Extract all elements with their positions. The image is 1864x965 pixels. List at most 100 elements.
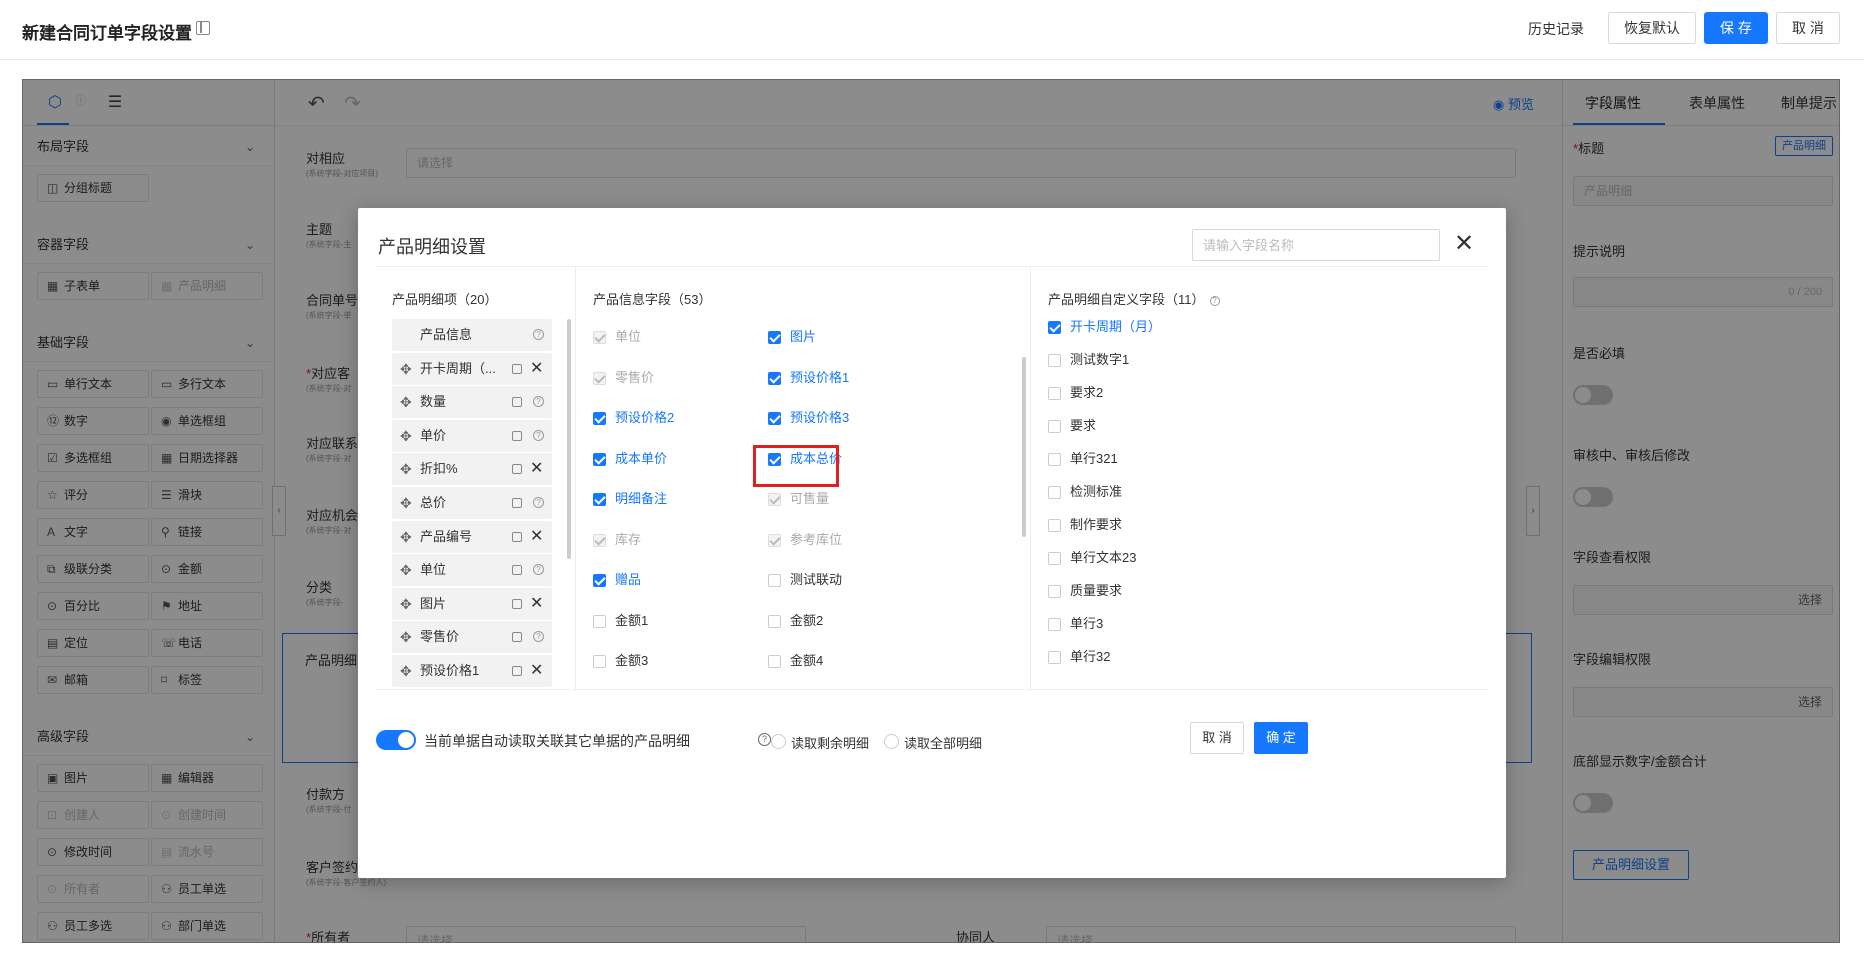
modal-confirm-button[interactable]: 确 定 [1254, 722, 1308, 754]
product-info-checkbox[interactable]: 预设价格3 [768, 410, 849, 426]
detail-item[interactable]: ✥ 零售价? [392, 621, 552, 654]
history-link[interactable]: 历史记录 [1528, 19, 1584, 39]
detail-item[interactable]: ✥ 单价? [392, 419, 552, 452]
auto-read-toggle[interactable] [376, 730, 416, 750]
detail-item[interactable]: ✥ 产品编号 ✕ [392, 520, 552, 553]
drag-handle-icon[interactable]: ✥ [400, 621, 412, 653]
checkbox-label: 参考库位 [790, 531, 843, 547]
checkbox-label: 要求 [1070, 418, 1097, 433]
drag-handle-icon[interactable]: ✥ [400, 453, 412, 485]
restore-default-button[interactable]: 恢复默认 [1608, 12, 1696, 44]
detail-item[interactable]: ✥ 预设价格1 ✕ [392, 655, 552, 687]
checkbox-label: 单行文本23 [1070, 550, 1137, 565]
custom-field-checkbox[interactable]: 单行32 [1048, 649, 1110, 665]
drag-handle-icon[interactable]: ✥ [400, 487, 412, 519]
help-icon[interactable]: ? [533, 497, 544, 508]
remove-icon[interactable]: ✕ [530, 588, 543, 620]
product-info-checkbox[interactable]: 图片 [768, 329, 816, 345]
modal-body: 产品明细项（20） 产品信息? ✥ 开卡周期（... ✕ ✥ 数量? ✥ 单价? ✥ 折扣% ✕ ✥ 总… [376, 266, 1488, 691]
field-search-input[interactable] [1192, 229, 1440, 261]
product-info-checkbox[interactable]: 金额4 [768, 653, 823, 669]
radio-read-remaining[interactable]: 读取剩余明细 [771, 733, 869, 752]
drag-handle-icon[interactable]: ✥ [400, 655, 412, 687]
help-icon[interactable]: ? [533, 329, 544, 340]
product-info-scrollbar[interactable] [1022, 357, 1026, 537]
detail-item[interactable]: 产品信息? [392, 319, 552, 351]
lock-icon[interactable] [512, 565, 522, 576]
lock-icon[interactable] [512, 397, 522, 408]
remove-icon[interactable]: ✕ [530, 453, 543, 485]
custom-field-checkbox[interactable]: 测试数字1 [1048, 352, 1129, 368]
drag-handle-icon[interactable]: ✥ [400, 521, 412, 553]
lock-icon[interactable] [512, 632, 522, 643]
help-icon[interactable]: ? [533, 631, 544, 643]
layout-icon[interactable] [196, 21, 210, 35]
help-icon[interactable]: ? [1209, 295, 1220, 306]
detail-item-label: 单价 [420, 427, 447, 443]
detail-item-label: 产品编号 [420, 528, 473, 544]
save-button[interactable]: 保 存 [1704, 12, 1768, 44]
drag-handle-icon[interactable]: ✥ [400, 386, 412, 418]
checkbox-icon [593, 493, 606, 506]
drag-handle-icon[interactable]: ✥ [400, 420, 412, 452]
detail-item[interactable]: ✥ 开卡周期（... ✕ [392, 352, 552, 385]
checkbox-icon [768, 331, 781, 344]
detail-item[interactable]: ✥ 图片 ✕ [392, 587, 552, 620]
cancel-button[interactable]: 取 消 [1776, 12, 1840, 44]
page-title: 新建合同订单字段设置 [22, 24, 192, 43]
detail-item-label: 零售价 [420, 629, 460, 645]
lock-icon[interactable] [512, 598, 522, 609]
remove-icon[interactable]: ✕ [530, 655, 543, 687]
product-info-checkbox[interactable]: 预设价格2 [593, 410, 674, 426]
product-info-checkbox[interactable]: 赠品 [593, 572, 641, 588]
detail-items-scrollbar[interactable] [567, 319, 571, 559]
help-icon[interactable]: ? [533, 396, 544, 408]
lock-icon[interactable] [512, 363, 522, 374]
product-info-checkbox: 参考库位 [768, 532, 842, 548]
radio-read-all[interactable]: 读取全部明细 [884, 733, 982, 752]
lock-icon[interactable] [512, 430, 522, 441]
checkbox-label: 测试联动 [790, 572, 843, 587]
custom-field-checkbox[interactable]: 单行3 [1048, 616, 1103, 632]
product-info-checkbox[interactable]: 预设价格1 [768, 370, 849, 386]
modal-cancel-button[interactable]: 取 消 [1190, 722, 1244, 754]
checkbox-label: 赠品 [615, 572, 642, 587]
drag-handle-icon[interactable]: ✥ [400, 588, 412, 620]
product-info-checkbox[interactable]: 成本单价 [593, 451, 667, 467]
custom-field-checkbox[interactable]: 单行321 [1048, 451, 1118, 467]
drag-handle-icon[interactable]: ✥ [400, 353, 412, 385]
custom-field-checkbox[interactable]: 制作要求 [1048, 517, 1122, 533]
detail-item[interactable]: ✥ 单位? [392, 554, 552, 587]
checkbox-icon [1048, 585, 1061, 598]
product-info-checkbox[interactable]: 金额2 [768, 613, 823, 629]
close-icon[interactable]: ✕ [1450, 230, 1478, 258]
product-info-checkbox[interactable]: 金额3 [593, 653, 648, 669]
help-icon[interactable]: ? [533, 564, 544, 576]
drag-handle-icon[interactable]: ✥ [400, 554, 412, 586]
checkbox-label: 开卡周期（月） [1070, 319, 1162, 334]
custom-field-checkbox[interactable]: 开卡周期（月） [1048, 319, 1161, 335]
custom-field-checkbox[interactable]: 单行文本23 [1048, 550, 1136, 566]
detail-items-column: 产品明细项（20） 产品信息? ✥ 开卡周期（... ✕ ✥ 数量? ✥ 单价? ✥ 折扣% ✕ ✥ 总… [376, 267, 576, 691]
lock-icon[interactable] [512, 531, 522, 542]
custom-field-checkbox[interactable]: 质量要求 [1048, 583, 1122, 599]
detail-item[interactable]: ✥ 数量? [392, 386, 552, 419]
custom-field-checkbox[interactable]: 检测标准 [1048, 484, 1122, 500]
checkbox-label: 金额3 [615, 653, 649, 668]
detail-item[interactable]: ✥ 总价? [392, 487, 552, 519]
lock-icon[interactable] [512, 666, 522, 676]
custom-field-checkbox[interactable]: 要求2 [1048, 385, 1103, 401]
product-info-checkbox[interactable]: 明细备注 [593, 491, 667, 507]
product-info-checkbox[interactable]: 测试联动 [768, 572, 842, 588]
checkbox-icon [1048, 321, 1061, 334]
lock-icon[interactable] [512, 498, 522, 508]
lock-icon[interactable] [512, 464, 522, 475]
product-info-checkbox[interactable]: 金额1 [593, 613, 648, 629]
remove-icon[interactable]: ✕ [530, 353, 543, 385]
help-icon[interactable]: ? [758, 733, 771, 746]
detail-item[interactable]: ✥ 折扣% ✕ [392, 453, 552, 486]
checkbox-label: 成本单价 [615, 450, 668, 466]
custom-field-checkbox[interactable]: 要求 [1048, 418, 1096, 434]
remove-icon[interactable]: ✕ [530, 521, 543, 553]
help-icon[interactable]: ? [533, 429, 544, 441]
